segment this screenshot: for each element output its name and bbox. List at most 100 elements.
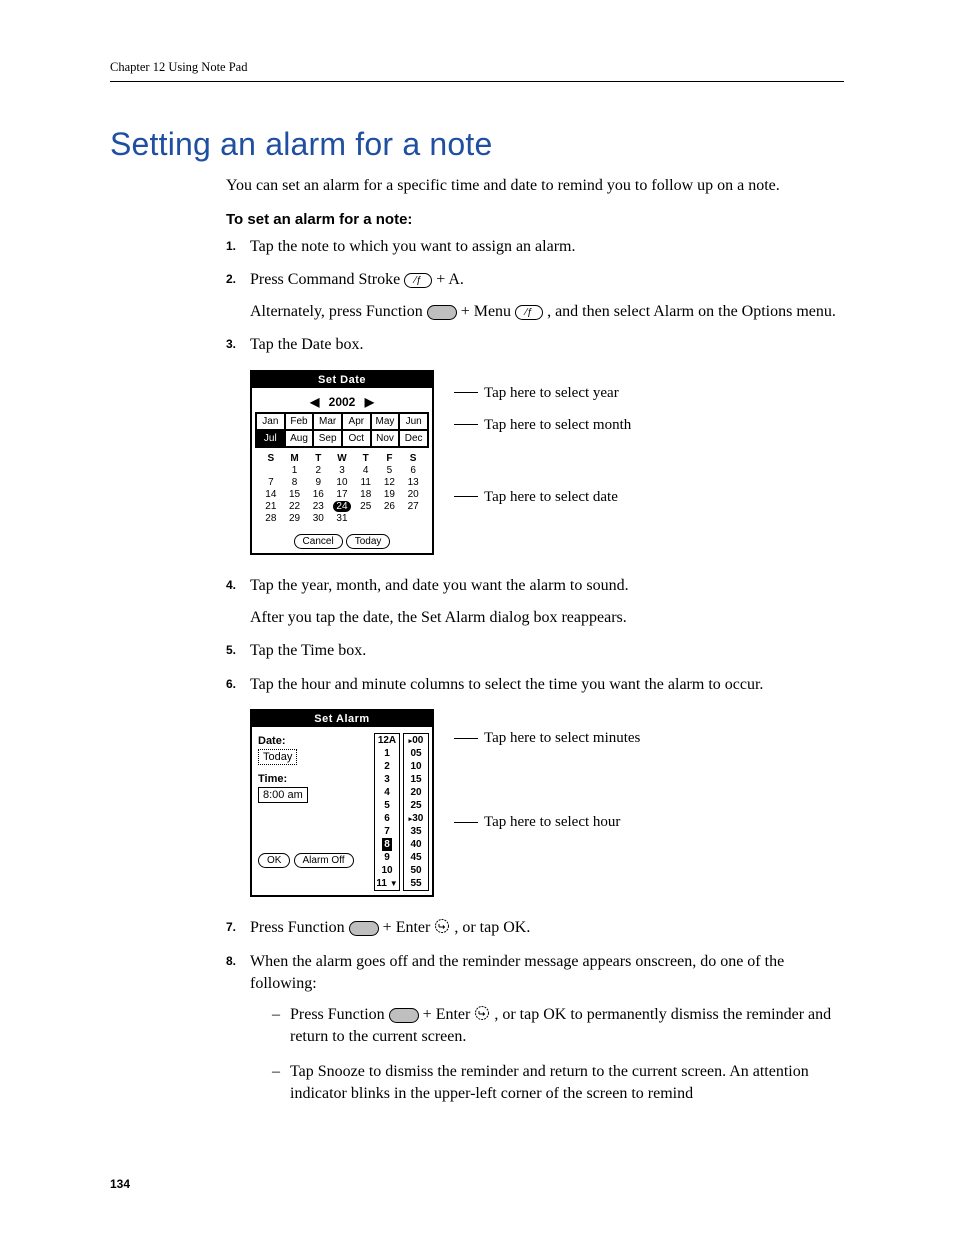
day-cell[interactable]: 20 — [401, 489, 425, 500]
callout-minutes: Tap here to select minutes — [484, 729, 640, 747]
minute-cell[interactable]: 50 — [404, 864, 428, 877]
day-cell[interactable]: 13 — [401, 477, 425, 488]
weekday-header: T — [354, 453, 378, 464]
set-alarm-figure: Set Alarm Date: Today Time: 8:00 am OK A… — [250, 709, 844, 897]
day-cell[interactable]: 11 — [354, 477, 378, 488]
set-alarm-callouts: Tap here to select minutes Tap here to s… — [454, 709, 640, 841]
month-cell[interactable]: Mar — [313, 413, 342, 430]
month-cell[interactable]: Apr — [342, 413, 371, 430]
hour-cell[interactable]: 3 — [375, 773, 399, 786]
alarm-time-box[interactable]: 8:00 am — [258, 787, 308, 803]
hour-cell[interactable]: 11 ▼ — [375, 877, 399, 890]
minute-cell[interactable]: 35 — [404, 825, 428, 838]
day-cell[interactable]: 1 — [283, 465, 307, 476]
minute-cell[interactable]: 45 — [404, 851, 428, 864]
year-next-icon[interactable]: ▶ — [359, 395, 380, 409]
day-cell[interactable]: 26 — [378, 501, 402, 512]
day-cell[interactable]: 19 — [378, 489, 402, 500]
step-8: 8. When the alarm goes off and the remin… — [226, 951, 844, 1105]
month-cell[interactable]: May — [371, 413, 400, 430]
step-2-text-a: Press Command Stroke — [250, 271, 404, 288]
day-cell[interactable]: 4 — [354, 465, 378, 476]
day-cell[interactable]: 15 — [283, 489, 307, 500]
day-cell[interactable]: 31 — [330, 513, 354, 524]
day-cell[interactable]: 2 — [306, 465, 330, 476]
alarm-off-button[interactable]: Alarm Off — [294, 853, 354, 868]
month-cell[interactable]: Sep — [313, 430, 342, 447]
year-prev-icon[interactable]: ◀ — [304, 395, 325, 409]
step-2: 2. Press Command Stroke ⁄ƒ + A. Alternat… — [226, 269, 844, 322]
month-cell[interactable]: Dec — [399, 430, 428, 447]
day-cell[interactable]: 24 — [330, 501, 354, 512]
function-key-icon — [349, 921, 379, 936]
month-cell[interactable]: Aug — [285, 430, 314, 447]
minute-cell[interactable]: 40 — [404, 838, 428, 851]
cancel-button[interactable]: Cancel — [294, 534, 343, 549]
day-cell[interactable]: 9 — [306, 477, 330, 488]
day-cell[interactable]: 5 — [378, 465, 402, 476]
day-cell[interactable]: 27 — [401, 501, 425, 512]
command-stroke-icon: ⁄ƒ — [404, 273, 432, 288]
enter-key-icon — [474, 1006, 494, 1023]
month-cell[interactable]: Jul — [256, 430, 285, 447]
today-button[interactable]: Today — [346, 534, 391, 549]
day-cell[interactable]: 25 — [354, 501, 378, 512]
day-cell[interactable]: 28 — [259, 513, 283, 524]
month-cell[interactable]: Nov — [371, 430, 400, 447]
minute-cell[interactable]: 25 — [404, 799, 428, 812]
day-cell[interactable]: 21 — [259, 501, 283, 512]
minute-cell[interactable]: ▸00 — [404, 734, 428, 747]
hour-cell[interactable]: 8 — [375, 838, 399, 851]
set-date-figure: Set Date ◀ 2002 ▶ JanFebMarAprMayJun JulA… — [250, 370, 844, 555]
weekday-header: T — [306, 453, 330, 464]
set-date-callouts: Tap here to select year Tap here to sele… — [454, 370, 631, 520]
minute-cell[interactable]: ▸30 — [404, 812, 428, 825]
day-cell[interactable]: 10 — [330, 477, 354, 488]
hour-cell[interactable]: 6 — [375, 812, 399, 825]
day-cell[interactable]: 3 — [330, 465, 354, 476]
day-cell[interactable]: 7 — [259, 477, 283, 488]
year-selector[interactable]: ◀ 2002 ▶ — [255, 393, 429, 412]
hour-column[interactable]: 12A1234567891011 ▼ — [374, 733, 400, 891]
set-date-title: Set Date — [252, 372, 432, 390]
month-cell[interactable]: Jun — [399, 413, 428, 430]
month-cell[interactable]: Jan — [256, 413, 285, 430]
day-cell[interactable]: 14 — [259, 489, 283, 500]
minute-cell[interactable]: 15 — [404, 773, 428, 786]
minute-cell[interactable]: 55 — [404, 877, 428, 890]
minute-cell[interactable]: 05 — [404, 747, 428, 760]
day-cell[interactable]: 30 — [306, 513, 330, 524]
hour-cell[interactable]: 7 — [375, 825, 399, 838]
day-cell[interactable]: 18 — [354, 489, 378, 500]
ok-button[interactable]: OK — [258, 853, 290, 868]
step-8-sub-2: Tap Snooze to dismiss the reminder and r… — [272, 1061, 844, 1104]
hour-cell[interactable]: 1 — [375, 747, 399, 760]
minute-cell[interactable]: 10 — [404, 760, 428, 773]
step-1-text: Tap the note to which you want to assign… — [250, 236, 844, 258]
minute-cell[interactable]: 20 — [404, 786, 428, 799]
day-cell[interactable]: 23 — [306, 501, 330, 512]
hour-cell[interactable]: 10 — [375, 864, 399, 877]
month-cell[interactable]: Feb — [285, 413, 314, 430]
day-cell[interactable]: 29 — [283, 513, 307, 524]
year-value: 2002 — [329, 395, 356, 409]
day-cell[interactable]: 16 — [306, 489, 330, 500]
day-grid[interactable]: SMTWTFS123456789101112131415161718192021… — [259, 453, 425, 524]
day-cell[interactable]: 12 — [378, 477, 402, 488]
minute-column[interactable]: ▸000510152025▸303540455055 — [403, 733, 429, 891]
day-cell[interactable]: 6 — [401, 465, 425, 476]
hour-cell[interactable]: 9 — [375, 851, 399, 864]
day-cell[interactable]: 17 — [330, 489, 354, 500]
step-5-text: Tap the Time box. — [250, 640, 844, 662]
hour-cell[interactable]: 12A — [375, 734, 399, 747]
month-grid[interactable]: JanFebMarAprMayJun JulAugSepOctNovDec — [255, 412, 429, 448]
step-6-text: Tap the hour and minute columns to selec… — [250, 674, 844, 696]
day-cell[interactable]: 22 — [283, 501, 307, 512]
day-cell[interactable]: 8 — [283, 477, 307, 488]
hour-cell[interactable]: 2 — [375, 760, 399, 773]
alarm-date-box[interactable]: Today — [258, 749, 297, 765]
month-cell[interactable]: Oct — [342, 430, 371, 447]
step-8-sub-1: Press Function + Enter , or tap OK to pe… — [272, 1004, 844, 1047]
hour-cell[interactable]: 5 — [375, 799, 399, 812]
hour-cell[interactable]: 4 — [375, 786, 399, 799]
